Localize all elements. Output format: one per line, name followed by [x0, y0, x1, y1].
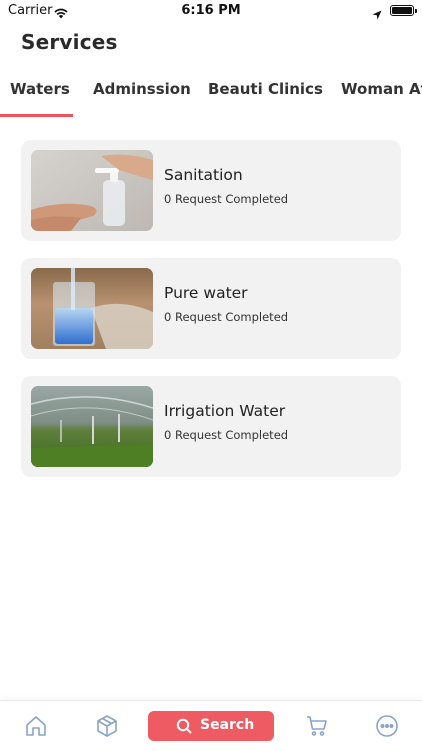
service-title: Pure water	[164, 284, 248, 302]
tab-adminssion[interactable]: Adminssion	[93, 80, 191, 98]
search-label: Search	[200, 717, 255, 733]
page-title: Services	[21, 30, 118, 54]
request-count: 0 Request Completed	[164, 310, 289, 324]
service-image	[31, 150, 153, 231]
tab-waters[interactable]: Waters	[10, 80, 70, 98]
battery-icon	[390, 5, 417, 16]
clock: 6:16 PM	[181, 3, 241, 18]
box-icon[interactable]	[95, 714, 119, 738]
cart-icon[interactable]	[305, 714, 329, 738]
home-icon[interactable]	[24, 714, 48, 738]
service-card-sanitation[interactable]: Sanitation 0 Request Completed	[21, 140, 401, 241]
request-count: 0 Request Completed	[164, 428, 289, 442]
service-image	[31, 386, 153, 467]
active-tab-indicator	[0, 114, 73, 117]
service-card-pure-water[interactable]: Pure water 0 Request Completed	[21, 258, 401, 359]
status-bar: Carrier 6:16 PM	[0, 0, 422, 22]
service-card-irrigation-water[interactable]: Irrigation Water 0 Request Completed	[21, 376, 401, 477]
search-button[interactable]: Search	[148, 711, 274, 741]
request-count: 0 Request Completed	[164, 192, 289, 206]
service-title: Irrigation Water	[164, 402, 286, 420]
tab-beauti-clinics[interactable]: Beauti Clinics	[208, 80, 323, 98]
tab-woman-atl[interactable]: Woman Atl	[341, 80, 422, 98]
service-image	[31, 268, 153, 349]
more-icon[interactable]	[375, 714, 399, 738]
location-icon	[372, 5, 382, 24]
service-title: Sanitation	[164, 166, 243, 184]
bottom-nav: Search	[0, 700, 422, 751]
category-tabs: Waters Adminssion Beauti Clinics Woman A…	[0, 78, 422, 118]
search-icon	[176, 718, 192, 738]
